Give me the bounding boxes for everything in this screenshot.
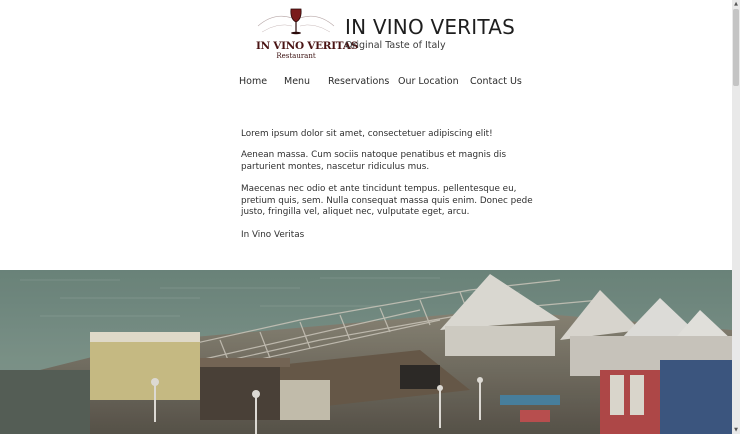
intro-paragraph: Lorem ipsum dolor sit amet, consectetuer… [241,129,493,139]
nav-our-location[interactable]: Our Location [398,76,459,87]
nav-home[interactable]: Home [239,76,267,87]
scroll-down-arrow-icon[interactable]: ▼ [732,426,740,434]
wine-glass-icon [257,8,335,35]
logo-subtitle: Restaurant [276,52,316,60]
main-nav: Home Menu Reservations Our Location Cont… [0,76,732,90]
scroll-thumb[interactable] [733,9,739,86]
nav-contact-us[interactable]: Contact Us [470,76,522,87]
scroll-up-arrow-icon[interactable]: ▲ [732,0,740,8]
nav-menu[interactable]: Menu [284,76,310,87]
body-paragraph-2: Maecenas nec odio et ante tincidunt temp… [241,184,533,217]
site-tagline: Original Taste of Italy [345,40,446,51]
signature-text: In Vino Veritas [241,230,305,240]
site-title: IN VINO VERITAS [345,15,516,39]
page-scrollbar[interactable]: ▲ ▼ [732,0,740,434]
hero-photo [0,270,732,434]
site-logo[interactable]: IN VINO VERITAS Restaurant [254,6,358,60]
nav-reservations[interactable]: Reservations [328,76,389,87]
body-paragraph-1: Aenean massa. Cum sociis natoque penatib… [241,150,507,172]
logo-name: IN VINO VERITAS [256,40,358,52]
